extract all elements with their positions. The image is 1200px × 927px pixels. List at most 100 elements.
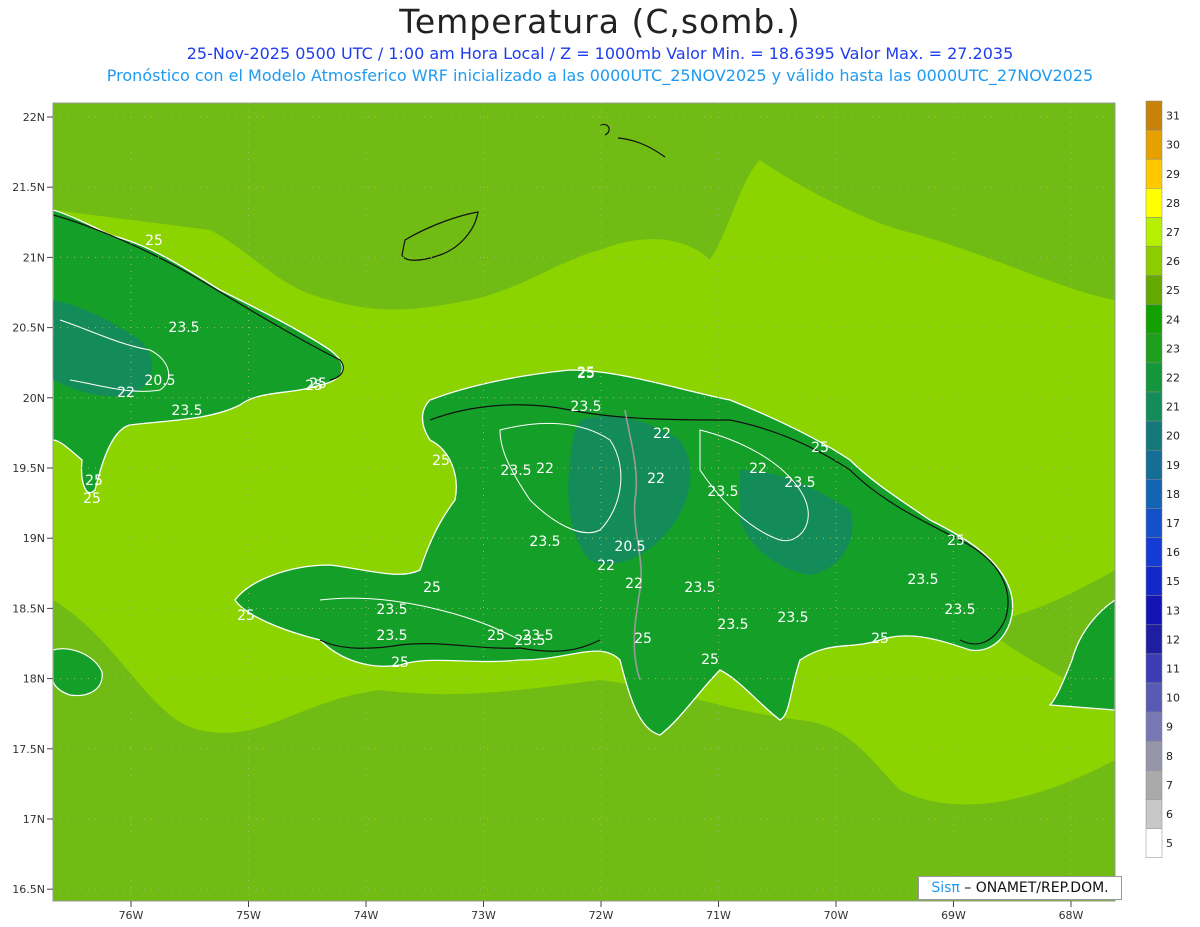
lat-label: 17.5N [12,743,45,756]
colorbar-label: 18 [1166,488,1180,501]
lat-label: 17N [23,813,45,826]
contour-label: 25 [85,473,103,489]
lat-label: 18N [23,673,45,686]
colorbar-swatch [1145,566,1163,596]
contour-label: 25 [83,491,101,507]
contour-label: 25 [577,366,595,382]
colorbar-swatch [1145,682,1163,713]
colorbar-swatch [1145,449,1163,480]
colorbar-label: 21 [1166,401,1180,414]
colorbar-label: 15 [1166,575,1180,588]
map-plot-area [53,103,1115,901]
contour-label: 23.5 [376,602,407,618]
credit-box: Sisπ – ONAMET/REP.DOM. [918,876,1122,900]
colorbar-label: 30 [1166,139,1180,152]
colorbar-label: 27 [1166,226,1180,239]
colorbar-swatch [1145,537,1163,567]
colorbar-swatch [1145,508,1163,538]
colorbar-label: 8 [1166,750,1173,763]
contour-label: 22 [749,461,767,477]
sisppi-logo-text: Sisπ [931,880,960,896]
lat-label: 19.5N [12,462,45,475]
colorbar-swatch [1145,333,1163,364]
contour-label: 25 [811,440,829,456]
lon-label: 72W [589,909,614,922]
lat-label: 19N [23,532,45,545]
colorbar-label: 22 [1166,371,1180,384]
lat-label: 18.5N [12,602,45,615]
colorbar-label: 25 [1166,284,1180,297]
contour-label: 20.5 [614,539,645,555]
colorbar-swatch [1145,595,1163,626]
contour-label: 23.5 [376,628,407,644]
temperature-map: 25 23.5 20.5 22 23.5 25 25 25 23.5 25 22 23.5 22 25 23… [12,100,1180,922]
contour-label: 25 [701,652,719,668]
contour-label: 22 [536,461,554,477]
colorbar-swatch [1145,653,1163,684]
colorbar-swatch [1145,188,1163,218]
colorbar-swatch [1145,420,1163,451]
colorbar-label: 9 [1166,721,1173,734]
contour-label: 25 [432,453,450,469]
lon-label: 70W [824,909,849,922]
contour-label: 22 [597,558,615,574]
contour-label: 23.5 [529,534,560,550]
colorbar-swatch [1145,100,1163,131]
contour-label: 22 [625,576,643,592]
colorbar-label: 5 [1166,837,1173,850]
contour-label: 23.5 [784,475,815,491]
lon-label: 76W [119,909,144,922]
contour-label: 23.5 [944,602,975,618]
contour-label: 23.5 [522,628,553,644]
colorbar-label: 29 [1166,168,1180,181]
lon-label: 69W [941,909,966,922]
colorbar-label: 31 [1166,110,1180,123]
contour-label: 23.5 [168,320,199,336]
contour-label: 23.5 [777,610,808,626]
lon-label: 75W [236,909,261,922]
colorbar-label: 17 [1166,517,1180,530]
lon-label: 73W [471,909,496,922]
colorbar-label: 16 [1166,546,1180,559]
colorbar-swatch [1145,799,1163,829]
lat-label: 21N [23,251,45,264]
colorbar-label: 12 [1166,633,1180,646]
colorbar-swatch [1145,129,1163,160]
colorbar-swatch [1145,362,1163,393]
contour-label: 23.5 [171,403,202,419]
contour-label: 25 [871,631,889,647]
colorbar-label: 6 [1166,808,1173,821]
colorbar-swatch [1145,304,1163,335]
contour-label: 25 [423,580,441,596]
colorbar-swatch [1145,740,1163,771]
contour-label: 22 [653,426,671,442]
contour-label: 25 [309,376,327,392]
contour-label: 23.5 [907,572,938,588]
lat-label: 20N [23,392,45,405]
colorbar-swatch [1145,711,1163,742]
colorbar-swatch [1145,770,1163,800]
colorbar-label: 26 [1166,255,1180,268]
colorbar-label: 23 [1166,342,1180,355]
credit-text: – ONAMET/REP.DOM. [959,880,1109,896]
lat-label: 21.5N [12,181,45,194]
colorbar-label: 28 [1166,197,1180,210]
colorbar-label: 10 [1166,692,1180,705]
lon-label: 74W [354,909,379,922]
colorbar-label: 19 [1166,459,1180,472]
lon-label: 71W [706,909,731,922]
contour-label: 23.5 [717,617,748,633]
colorbar-swatch [1145,479,1163,509]
colorbar-swatch [1145,624,1163,655]
colorbar: 31 30 29 28 27 26 25 24 23 22 21 20 19 18 17 16 15 13 12 11… [1145,100,1180,858]
colorbar-swatch [1145,217,1163,247]
contour-label: 25 [237,608,255,624]
contour-label: 23.5 [707,484,738,500]
contour-label: 25 [391,655,409,671]
colorbar-label: 11 [1166,662,1180,675]
contour-label: 23.5 [570,399,601,415]
lat-label: 16.5N [12,883,45,896]
contour-label: 20.5 [144,373,175,389]
contour-label: 23.5 [500,463,531,479]
colorbar-swatch [1145,828,1163,858]
